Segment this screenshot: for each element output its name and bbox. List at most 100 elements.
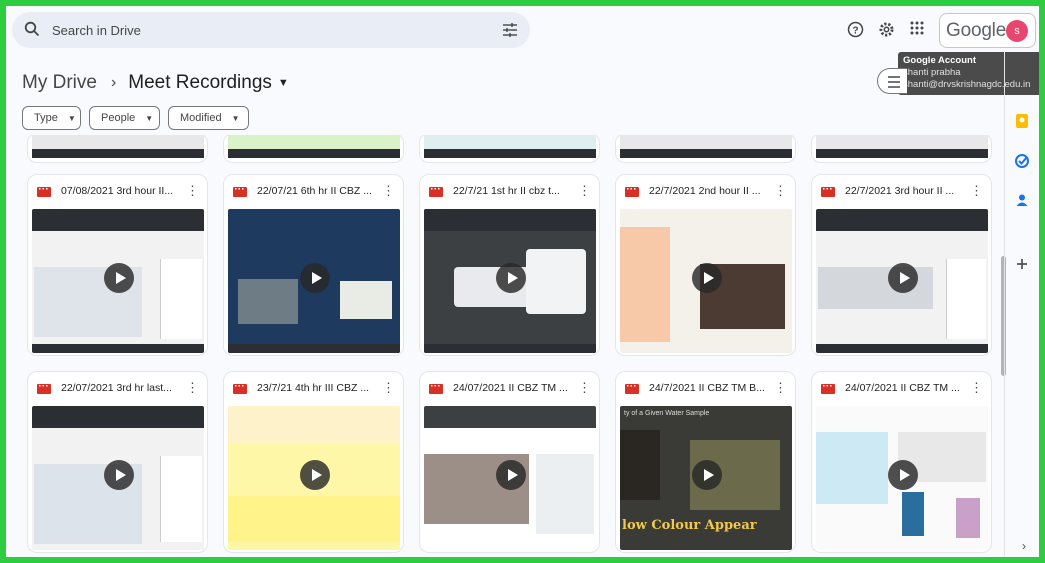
- search-bar[interactable]: [12, 12, 530, 48]
- divider: [1004, 52, 1005, 557]
- video-thumbnail: [228, 135, 400, 158]
- video-thumbnail[interactable]: [32, 209, 204, 353]
- video-file-icon: [625, 384, 639, 394]
- file-card[interactable]: [223, 135, 404, 163]
- more-options-icon[interactable]: ⋮: [774, 381, 787, 395]
- video-file-icon: [233, 187, 247, 197]
- file-card[interactable]: 07/08/2021 3rd hour II... ⋮: [27, 174, 208, 356]
- list-view-toggle[interactable]: [877, 68, 907, 94]
- video-file-icon: [821, 187, 835, 197]
- file-title: 22/7/2021 3rd hour II ...: [845, 185, 955, 197]
- svg-text:?: ?: [852, 26, 858, 37]
- video-thumbnail[interactable]: [816, 209, 988, 353]
- help-icon[interactable]: ?: [847, 21, 864, 43]
- file-title: 24/07/2021 II CBZ TM ...: [845, 382, 960, 394]
- more-options-icon[interactable]: ⋮: [774, 184, 787, 198]
- test-tube: [956, 498, 980, 538]
- search-options-icon[interactable]: [502, 22, 518, 43]
- play-icon[interactable]: [300, 263, 330, 293]
- file-card[interactable]: [811, 135, 992, 163]
- file-card-header: 24/07/2021 II CBZ TM ... ⋮: [812, 372, 991, 404]
- play-icon[interactable]: [692, 263, 722, 293]
- apps-grid-icon[interactable]: [910, 21, 924, 40]
- file-card[interactable]: 23/7/21 4th hr III CBZ ... ⋮: [223, 371, 404, 553]
- taskbar: [620, 149, 792, 158]
- video-file-icon: [37, 187, 51, 197]
- play-icon[interactable]: [104, 263, 134, 293]
- settings-gear-icon[interactable]: [878, 21, 895, 43]
- taskbar: [32, 149, 204, 158]
- play-icon[interactable]: [496, 263, 526, 293]
- filter-people-label: People: [101, 112, 136, 124]
- search-icon[interactable]: [24, 21, 40, 42]
- video-thumbnail: [424, 135, 596, 158]
- video-file-icon: [429, 187, 443, 197]
- add-addon-icon[interactable]: [1015, 257, 1029, 271]
- video-thumbnail[interactable]: [228, 209, 400, 353]
- keep-icon[interactable]: [1015, 114, 1029, 128]
- file-card-header: 07/08/2021 3rd hour II... ⋮: [28, 175, 207, 207]
- side-panel-image: [946, 259, 986, 339]
- chevron-right-icon[interactable]: ›: [1022, 539, 1026, 553]
- filter-modified-chip[interactable]: Modified ▼: [168, 106, 249, 130]
- filter-chips: Type ▼ People ▼ Modified ▼: [22, 106, 249, 130]
- filter-type-label: Type: [34, 112, 58, 124]
- taskbar: [228, 344, 400, 353]
- diagram-area: [228, 406, 400, 444]
- contacts-icon[interactable]: [1015, 193, 1029, 207]
- file-card[interactable]: 22/7/2021 2nd hour II ... ⋮: [615, 174, 796, 356]
- video-thumbnail[interactable]: [424, 209, 596, 353]
- avatar[interactable]: s: [1006, 20, 1028, 42]
- video-caption-top: ty of a Given Water Sample: [624, 410, 710, 417]
- more-options-icon[interactable]: ⋮: [578, 184, 591, 198]
- play-icon[interactable]: [300, 460, 330, 490]
- more-options-icon[interactable]: ⋮: [382, 381, 395, 395]
- file-card[interactable]: 22/07/21 6th hr II CBZ ... ⋮: [223, 174, 404, 356]
- video-thumbnail[interactable]: [424, 406, 596, 550]
- search-input[interactable]: [52, 20, 472, 40]
- play-icon[interactable]: [888, 263, 918, 293]
- file-card[interactable]: [615, 135, 796, 163]
- more-options-icon[interactable]: ⋮: [970, 184, 983, 198]
- google-account-button[interactable]: Google s: [939, 13, 1036, 48]
- tasks-icon[interactable]: [1015, 154, 1029, 168]
- video-thumbnail[interactable]: [620, 209, 792, 353]
- video-thumbnail[interactable]: [816, 406, 988, 550]
- caret-down-icon[interactable]: ▼: [278, 77, 289, 89]
- play-icon[interactable]: [888, 460, 918, 490]
- breadcrumb-my-drive[interactable]: My Drive: [22, 72, 97, 94]
- browser-bar: [816, 209, 988, 231]
- play-icon[interactable]: [496, 460, 526, 490]
- filter-type-chip[interactable]: Type ▼: [22, 106, 81, 130]
- video-thumbnail[interactable]: [228, 406, 400, 550]
- notes-highlight: [620, 227, 670, 342]
- taskbar: [424, 344, 596, 353]
- file-card-header: 22/07/2021 3rd hr last... ⋮: [28, 372, 207, 404]
- file-card[interactable]: 24/07/2021 II CBZ TM ... ⋮: [419, 371, 600, 553]
- file-card[interactable]: 24/7/2021 II CBZ TM B... ⋮ ty of a Given…: [615, 371, 796, 553]
- more-options-icon[interactable]: ⋮: [970, 381, 983, 395]
- breadcrumb-current-folder[interactable]: Meet Recordings: [128, 72, 272, 94]
- notes-highlight: [228, 496, 400, 542]
- taskbar: [816, 149, 988, 158]
- more-options-icon[interactable]: ⋮: [382, 184, 395, 198]
- file-card[interactable]: [419, 135, 600, 163]
- browser-bar: [32, 406, 204, 428]
- play-icon[interactable]: [692, 460, 722, 490]
- file-card[interactable]: 22/07/2021 3rd hr last... ⋮: [27, 371, 208, 553]
- video-thumbnail[interactable]: ty of a Given Water Sample low Colour Ap…: [620, 406, 792, 550]
- person-silhouette: [620, 430, 660, 500]
- file-card[interactable]: 22/7/2021 3rd hour II ... ⋮: [811, 174, 992, 356]
- more-options-icon[interactable]: ⋮: [578, 381, 591, 395]
- file-card-header: 24/07/2021 II CBZ TM ... ⋮: [420, 372, 599, 404]
- taskbar: [32, 344, 204, 353]
- file-card[interactable]: 24/07/2021 II CBZ TM ... ⋮: [811, 371, 992, 553]
- more-options-icon[interactable]: ⋮: [186, 184, 199, 198]
- play-icon[interactable]: [104, 460, 134, 490]
- video-thumbnail[interactable]: [32, 406, 204, 550]
- file-card[interactable]: [27, 135, 208, 163]
- more-options-icon[interactable]: ⋮: [186, 381, 199, 395]
- filter-people-chip[interactable]: People ▼: [89, 106, 160, 130]
- file-card[interactable]: 22/7/21 1st hr II cbz t... ⋮: [419, 174, 600, 356]
- browser-bar: [424, 406, 596, 428]
